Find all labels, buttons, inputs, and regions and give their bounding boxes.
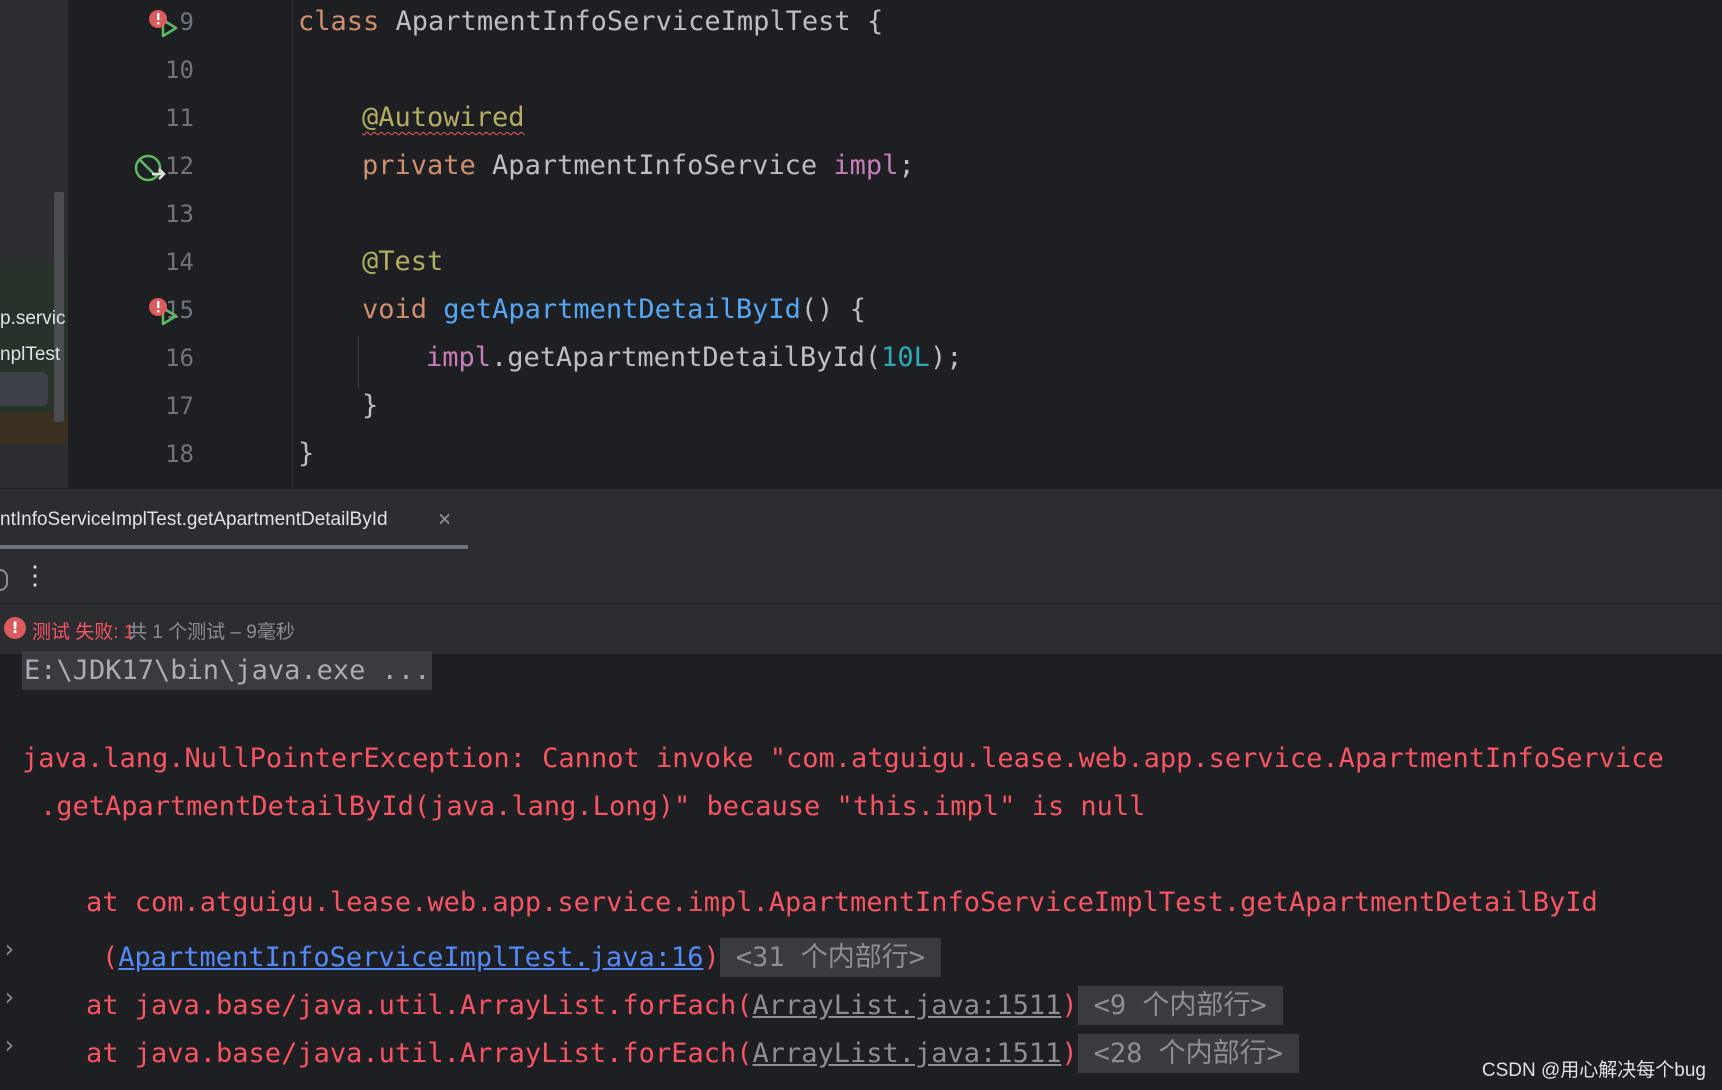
line-number: 18 [165,440,194,468]
code-line-17[interactable]: } [362,390,378,421]
method-call: .getApartmentDetailById( [491,342,882,373]
code-line-18[interactable]: } [298,438,314,469]
source-link[interactable]: ApartmentInfoServiceImplTest.java:16 [118,942,703,973]
stack-frame-3: at java.base/java.util.ArrayList.forEach… [86,1031,1299,1073]
tests-failed-label: 测试 失败: 1 [32,622,135,643]
paren-close: ) [703,942,720,973]
console-command-line: E:\JDK17\bin\java.exe ... [22,651,433,690]
class-declaration: ApartmentInfoServiceImplTest { [379,6,884,37]
paren-close: ) [1061,990,1078,1021]
line-number: 10 [165,56,194,84]
code-line-12[interactable]: private ApartmentInfoService impl; [362,150,915,181]
more-options-icon[interactable]: ⋮ [22,561,48,591]
test-status-bar: ! 测试 失败: 1 共 1 个测试 – 9毫秒 [0,604,1722,655]
folded-internal-lines[interactable]: <28 个内部行> [1077,1034,1299,1073]
annotation-test: @Test [362,246,444,277]
code-line-14[interactable]: @Test [362,246,443,277]
tree-selection[interactable] [0,372,48,406]
number-literal: 10L [881,342,930,373]
tests-total-label: 共 1 个测试 – 9毫秒 [128,622,295,643]
exception-message-line1: java.lang.NullPointerException: Cannot i… [22,743,1664,774]
console-output[interactable]: E:\JDK17\bin\java.exe ... java.lang.Null… [0,651,1722,1090]
line-number: 11 [165,104,194,132]
expand-chevron-icon[interactable]: › [2,1031,16,1059]
code-line-16[interactable]: impl.getApartmentDetailById(10L); [426,342,962,373]
exception-message-line2: .getApartmentDetailById(java.lang.Long)"… [40,791,1146,822]
project-tree-panel: p.servic nplTest [0,0,68,488]
error-icon: ! [4,617,26,639]
field-name: impl [426,342,492,373]
run-tab[interactable]: ntInfoServiceImplTest.getApartmentDetail… [0,489,468,549]
line-number: 14 [165,248,194,276]
stack-frame-1-location: (ApartmentInfoServiceImplTest.java:16) <3… [102,935,942,977]
stack-frame-1: at com.atguigu.lease.web.app.service.imp… [86,887,1598,918]
run-test-failed-icon[interactable] [148,296,180,328]
source-link[interactable]: ArrayList.java:1511 [752,1038,1061,1069]
close-icon[interactable]: × [438,507,451,532]
annotation-autowired: @Autowired [362,102,525,133]
semicolon: ; [898,150,915,181]
run-test-failed-icon[interactable] [148,8,180,40]
source-link[interactable]: ArrayList.java:1511 [752,990,1061,1021]
keyword: void [362,294,428,325]
java-command[interactable]: E:\JDK17\bin\java.exe ... [22,651,433,690]
folded-internal-lines[interactable]: <9 个内部行> [1077,986,1283,1025]
injected-bean-icon[interactable] [134,152,166,184]
paren-open: ( [102,942,119,973]
code-line-15[interactable]: void getApartmentDetailById() { [362,294,866,325]
expand-chevron-icon[interactable]: › [2,983,16,1011]
code-line-11[interactable]: @Autowired [362,102,525,133]
code-editor[interactable]: 9 10 11 12 13 14 15 16 17 18 class Apart… [68,0,1722,488]
type-name: ApartmentInfoService [475,150,834,181]
run-tab-label[interactable]: ntInfoServiceImplTest.getApartmentDetail… [0,509,388,531]
keyword: class [298,6,380,37]
keyword: private [362,150,476,181]
active-tab-indicator [0,545,468,549]
run-tool-window-tabs: ntInfoServiceImplTest.getApartmentDetail… [0,488,1722,552]
line-number: 13 [165,200,194,228]
field-name: impl [833,150,899,181]
toolbar-partial-icon[interactable] [0,569,8,591]
tree-item-impltest[interactable]: nplTest [0,344,60,366]
indent-guide [358,336,359,388]
run-toolbar: ⋮ [0,551,1722,604]
code-line-9[interactable]: class ApartmentInfoServiceImplTest { [298,6,883,37]
call-end: ); [929,342,963,373]
method-name: getApartmentDetailById [443,294,801,325]
frame-text: at java.base/java.util.ArrayList.forEach… [86,1038,753,1069]
expand-chevron-icon[interactable]: › [2,935,16,963]
tree-item-service[interactable]: p.servic [0,308,65,330]
paren-close: ) [1061,1038,1078,1069]
stack-frame-2: at java.base/java.util.ArrayList.forEach… [86,983,1283,1025]
watermark: CSDN @用心解决每个bug [1481,1060,1706,1081]
gutter-divider [292,0,293,488]
folded-internal-lines[interactable]: <31 个内部行> [719,938,942,977]
line-number: 16 [165,344,194,372]
line-number: 17 [165,392,194,420]
tree-scrollbar[interactable] [54,192,64,422]
method-params: () { [800,294,866,325]
frame-text: at java.base/java.util.ArrayList.forEach… [86,990,753,1021]
